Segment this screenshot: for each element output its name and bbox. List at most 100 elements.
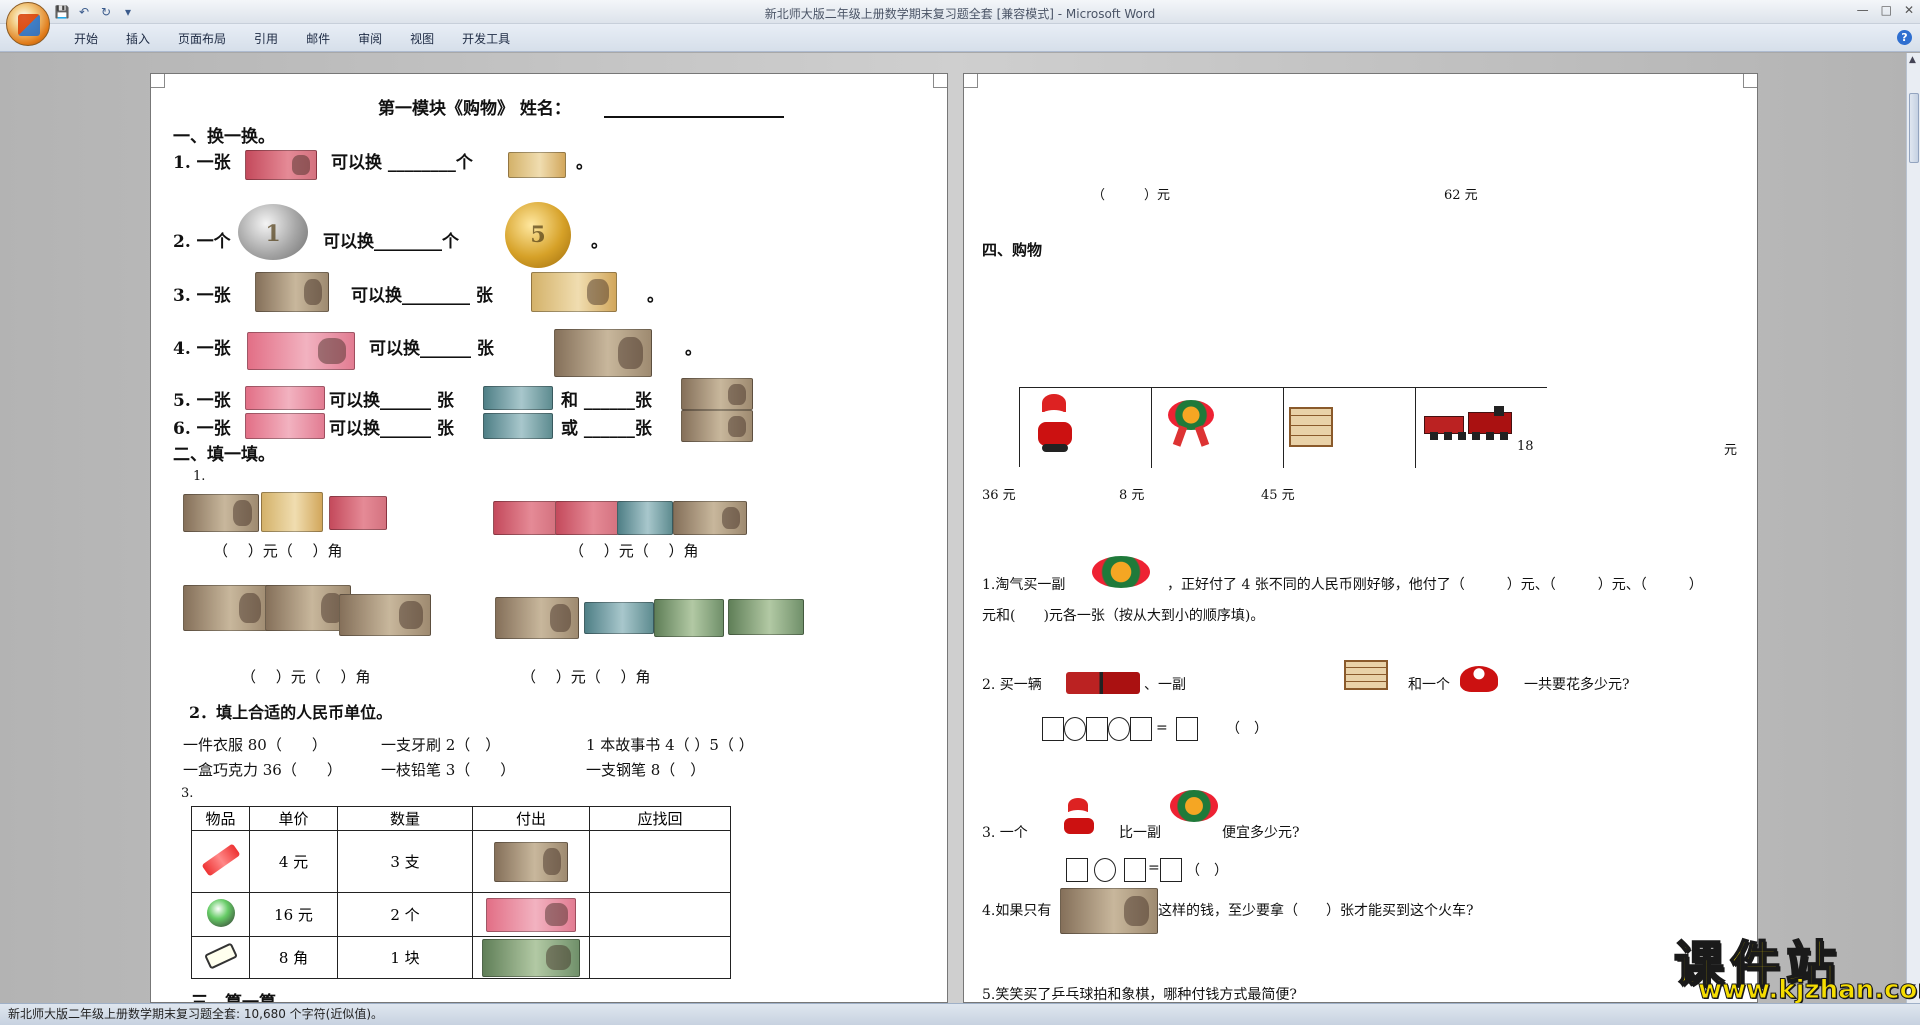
operator-circle[interactable] xyxy=(1108,717,1130,741)
unit-item: 一枝铅笔 3（ ） xyxy=(381,761,516,779)
tab-developer[interactable]: 开发工具 xyxy=(448,30,524,48)
unit-blank: （ ） xyxy=(1186,863,1228,879)
section-2-heading: 二、填一填。 xyxy=(173,445,275,465)
unit-item: 一支牙刷 2（ ） xyxy=(381,736,501,754)
unit-item: 一盒巧克力 36（ ） xyxy=(183,761,342,779)
banknote-image xyxy=(681,378,753,410)
tab-insert[interactable]: 插入 xyxy=(112,30,164,48)
problem-3-label: 3. 一个 xyxy=(982,825,1028,841)
chess-board-icon xyxy=(1344,660,1388,690)
crop-mark xyxy=(151,74,165,88)
table-cell: 4 元 xyxy=(249,830,338,893)
ball-image xyxy=(191,892,250,937)
banknote-image xyxy=(245,150,317,180)
banknote-image xyxy=(531,272,617,312)
banknote-image xyxy=(245,386,325,410)
scrollbar-thumb[interactable] xyxy=(1909,93,1919,163)
table-cell xyxy=(589,830,731,893)
unit-item: 一支钢笔 8（ ） xyxy=(586,761,706,779)
answer-box[interactable] xyxy=(1086,717,1108,741)
q4-text: 可以换______ 张 xyxy=(369,339,494,359)
answer-box[interactable] xyxy=(1066,858,1088,882)
blank-yuan: （ ）元 xyxy=(1092,188,1171,203)
tab-references[interactable]: 引用 xyxy=(240,30,292,48)
price-45: 45 元 xyxy=(1261,488,1295,503)
watermark-line-2: www.kjzhan.com xyxy=(1697,975,1920,1006)
ping-pong-paddle-icon xyxy=(1166,400,1218,450)
operator-circle[interactable] xyxy=(1094,858,1116,882)
tab-page-layout[interactable]: 页面布局 xyxy=(164,30,240,48)
answer-box[interactable] xyxy=(1130,717,1152,741)
ping-pong-paddle-icon xyxy=(1092,556,1150,588)
answer-box[interactable] xyxy=(1160,858,1182,882)
office-button[interactable] xyxy=(6,2,50,46)
tab-mailings[interactable]: 邮件 xyxy=(292,30,344,48)
tab-home[interactable]: 开始 xyxy=(60,30,112,48)
problem-5-text: 5.笑笑买了乒乓球拍和象棋，哪种付钱方式最简便? xyxy=(982,987,1297,1003)
vertical-scrollbar[interactable]: ▲ ▼ xyxy=(1906,53,1920,1003)
q6-label: 6. 一张 xyxy=(173,419,231,439)
help-icon[interactable]: ? xyxy=(1897,30,1912,45)
operator-circle[interactable] xyxy=(1064,717,1086,741)
price-unit: 元 xyxy=(1724,443,1738,458)
chess-board-icon xyxy=(1289,407,1333,447)
banknote-image xyxy=(617,501,673,535)
equals-sign: = xyxy=(1148,860,1160,876)
q2-text: 可以换________个 xyxy=(323,232,459,252)
problem-2-label: 2. 买一辆 xyxy=(982,677,1042,693)
problem-2-text-2: 和一个 xyxy=(1408,677,1450,693)
problem-1-text-2: 元和( )元各一张（按从大到小的顺序填)。 xyxy=(982,608,1265,624)
crop-mark xyxy=(933,74,947,88)
problem-4-label: 4.如果只有 xyxy=(982,903,1052,919)
banknote-image xyxy=(261,492,323,532)
tab-review[interactable]: 审阅 xyxy=(344,30,396,48)
fill-answer: （ ）元（ ）角 xyxy=(241,668,371,686)
table-header: 应找回 xyxy=(589,806,731,831)
q1-end: 。 xyxy=(576,153,593,173)
toothpaste-image xyxy=(191,830,250,893)
answer-box[interactable] xyxy=(1042,717,1064,741)
table-cell xyxy=(589,936,731,979)
q4-end: 。 xyxy=(685,339,702,359)
table-header: 付出 xyxy=(472,806,590,831)
fill-answer: （ ）元（ ）角 xyxy=(521,668,651,686)
watermark-logo: 课件站 www.kjzhan.com xyxy=(1666,925,1920,1006)
table-cell: 16 元 xyxy=(249,892,338,937)
banknote-image xyxy=(654,599,724,637)
scroll-up-icon[interactable]: ▲ xyxy=(1909,55,1916,65)
problem-2-text: 、一副 xyxy=(1144,677,1186,693)
fill-1-label: 1. xyxy=(193,469,206,484)
banknote-image xyxy=(247,332,355,370)
shopping-table: 物品 单价 数量 付出 应找回 4 元 3 支 16 元 2 个 8 角 1 块 xyxy=(191,806,731,979)
fill-3-label: 3. xyxy=(181,786,194,801)
close-button[interactable]: ✕ xyxy=(1904,3,1914,17)
banknote-image xyxy=(329,496,387,530)
one-yuan-coin-image: 1 xyxy=(238,204,308,260)
answer-box[interactable] xyxy=(1176,717,1198,741)
banknote-image xyxy=(245,413,325,439)
banknote-image xyxy=(339,594,431,636)
ribbon: 开始 插入 页面布局 引用 邮件 审阅 视图 开发工具 ? xyxy=(0,24,1920,52)
table-cell xyxy=(472,892,590,937)
banknote-image xyxy=(255,272,329,312)
word-window: 💾 ↶ ↻ ▾ 新北师大版二年级上册数学期末复习题全套 [兼容模式] - Mic… xyxy=(0,0,1920,1025)
q6-text: 可以换______ 张 xyxy=(329,419,454,439)
document-page-1[interactable]: 第一模块《购物》 姓名： 一、换一换。 1. 一张 可以换 ________个 … xyxy=(150,73,948,1003)
fill-2-heading: 2．填上合适的人民币单位。 xyxy=(189,703,393,722)
table-cell xyxy=(472,830,590,893)
crop-mark xyxy=(964,74,978,88)
banknote-image xyxy=(183,585,269,631)
table-cell xyxy=(472,936,590,979)
unit-item: 一件衣服 80（ ） xyxy=(183,736,327,754)
minimize-button[interactable]: — xyxy=(1857,3,1869,17)
banknote-image xyxy=(584,602,654,634)
answer-box[interactable] xyxy=(1124,858,1146,882)
banknote-image xyxy=(493,501,557,535)
tab-view[interactable]: 视图 xyxy=(396,30,448,48)
document-page-2[interactable]: （ ）元 62 元 四、购物 18 元 36 元 8 元 45 元 1.淘气买一… xyxy=(963,73,1758,1003)
maximize-button[interactable]: □ xyxy=(1881,3,1892,17)
banknote-image xyxy=(673,501,747,535)
q3-end: 。 xyxy=(647,286,664,306)
banknote-image xyxy=(681,410,753,442)
q3-label: 3. 一张 xyxy=(173,286,231,306)
